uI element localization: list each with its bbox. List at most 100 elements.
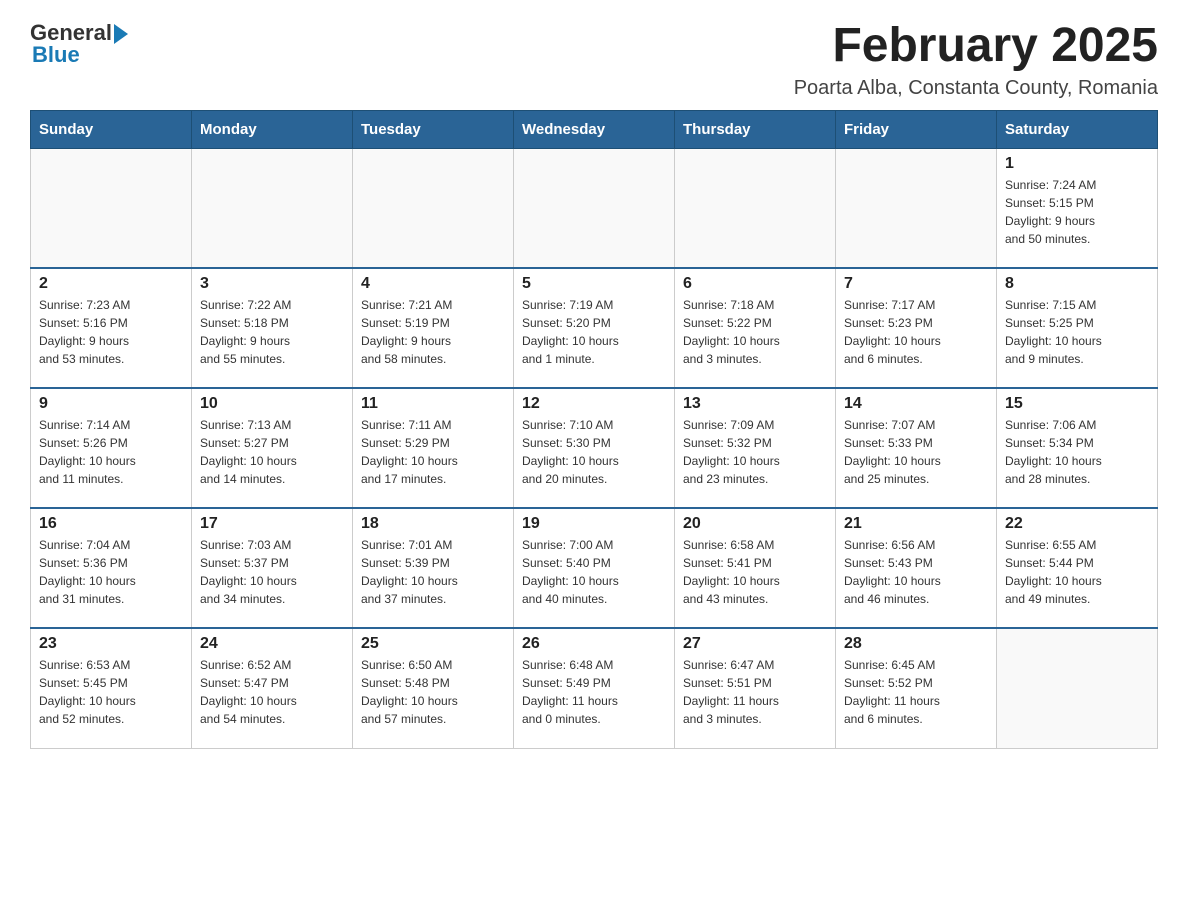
- calendar-subtitle: Poarta Alba, Constanta County, Romania: [794, 77, 1158, 100]
- day-info: Sunrise: 7:14 AM Sunset: 5:26 PM Dayligh…: [39, 416, 183, 488]
- day-number: 18: [361, 515, 505, 533]
- day-number: 26: [522, 635, 666, 653]
- page-header: General Blue February 2025 Poarta Alba, …: [30, 20, 1158, 100]
- calendar-cell: 19 Sunrise: 7:00 AM Sunset: 5:40 PM Dayli…: [514, 508, 675, 628]
- day-info: Sunrise: 7:22 AM Sunset: 5:18 PM Dayligh…: [200, 296, 344, 368]
- calendar-cell: 8 Sunrise: 7:15 AM Sunset: 5:25 PM Daylig…: [997, 268, 1158, 388]
- day-info: Sunrise: 7:06 AM Sunset: 5:34 PM Dayligh…: [1005, 416, 1149, 488]
- calendar-cell: 12 Sunrise: 7:10 AM Sunset: 5:30 PM Dayli…: [514, 388, 675, 508]
- calendar-cell: 9 Sunrise: 7:14 AM Sunset: 5:26 PM Daylig…: [31, 388, 192, 508]
- day-number: 4: [361, 275, 505, 293]
- calendar-cell: 13 Sunrise: 7:09 AM Sunset: 5:32 PM Dayli…: [675, 388, 836, 508]
- day-info: Sunrise: 7:21 AM Sunset: 5:19 PM Dayligh…: [361, 296, 505, 368]
- day-number: 6: [683, 275, 827, 293]
- day-number: 15: [1005, 395, 1149, 413]
- day-info: Sunrise: 7:23 AM Sunset: 5:16 PM Dayligh…: [39, 296, 183, 368]
- header-day-friday: Friday: [836, 110, 997, 148]
- day-number: 13: [683, 395, 827, 413]
- day-info: Sunrise: 7:00 AM Sunset: 5:40 PM Dayligh…: [522, 536, 666, 608]
- day-info: Sunrise: 6:55 AM Sunset: 5:44 PM Dayligh…: [1005, 536, 1149, 608]
- day-info: Sunrise: 6:58 AM Sunset: 5:41 PM Dayligh…: [683, 536, 827, 608]
- header-day-sunday: Sunday: [31, 110, 192, 148]
- day-info: Sunrise: 6:56 AM Sunset: 5:43 PM Dayligh…: [844, 536, 988, 608]
- day-number: 21: [844, 515, 988, 533]
- day-number: 27: [683, 635, 827, 653]
- calendar-cell: 18 Sunrise: 7:01 AM Sunset: 5:39 PM Dayli…: [353, 508, 514, 628]
- logo-arrow-icon: [114, 24, 128, 44]
- header-day-saturday: Saturday: [997, 110, 1158, 148]
- calendar-cell: 26 Sunrise: 6:48 AM Sunset: 5:49 PM Dayli…: [514, 628, 675, 748]
- header-day-thursday: Thursday: [675, 110, 836, 148]
- day-number: 8: [1005, 275, 1149, 293]
- logo: General Blue: [30, 20, 128, 68]
- calendar-cell: 21 Sunrise: 6:56 AM Sunset: 5:43 PM Dayli…: [836, 508, 997, 628]
- calendar-cell: 7Sunrise: 7:17 AM Sunset: 5:23 PM Daylig…: [836, 268, 997, 388]
- header-day-wednesday: Wednesday: [514, 110, 675, 148]
- day-info: Sunrise: 7:11 AM Sunset: 5:29 PM Dayligh…: [361, 416, 505, 488]
- day-number: 22: [1005, 515, 1149, 533]
- day-info: Sunrise: 7:10 AM Sunset: 5:30 PM Dayligh…: [522, 416, 666, 488]
- header-day-tuesday: Tuesday: [353, 110, 514, 148]
- calendar-cell: 5 Sunrise: 7:19 AM Sunset: 5:20 PM Daylig…: [514, 268, 675, 388]
- calendar-cell: 3 Sunrise: 7:22 AM Sunset: 5:18 PM Daylig…: [192, 268, 353, 388]
- calendar-week-row: 9 Sunrise: 7:14 AM Sunset: 5:26 PM Daylig…: [31, 388, 1158, 508]
- calendar-cell: 4 Sunrise: 7:21 AM Sunset: 5:19 PM Daylig…: [353, 268, 514, 388]
- day-number: 25: [361, 635, 505, 653]
- calendar-week-row: 16 Sunrise: 7:04 AM Sunset: 5:36 PM Dayli…: [31, 508, 1158, 628]
- day-number: 24: [200, 635, 344, 653]
- calendar-cell: [675, 148, 836, 268]
- calendar-cell: 17Sunrise: 7:03 AM Sunset: 5:37 PM Dayli…: [192, 508, 353, 628]
- day-number: 16: [39, 515, 183, 533]
- calendar-cell: 22 Sunrise: 6:55 AM Sunset: 5:44 PM Dayli…: [997, 508, 1158, 628]
- calendar-cell: 20 Sunrise: 6:58 AM Sunset: 5:41 PM Dayli…: [675, 508, 836, 628]
- calendar-cell: 23Sunrise: 6:53 AM Sunset: 5:45 PM Dayli…: [31, 628, 192, 748]
- calendar-cell: 15 Sunrise: 7:06 AM Sunset: 5:34 PM Dayli…: [997, 388, 1158, 508]
- day-number: 17: [200, 515, 344, 533]
- day-number: 11: [361, 395, 505, 413]
- day-info: Sunrise: 7:04 AM Sunset: 5:36 PM Dayligh…: [39, 536, 183, 608]
- calendar-cell: 1 Sunrise: 7:24 AM Sunset: 5:15 PM Daylig…: [997, 148, 1158, 268]
- day-info: Sunrise: 7:18 AM Sunset: 5:22 PM Dayligh…: [683, 296, 827, 368]
- calendar-cell: 24 Sunrise: 6:52 AM Sunset: 5:47 PM Dayli…: [192, 628, 353, 748]
- day-number: 10: [200, 395, 344, 413]
- calendar-header-row: SundayMondayTuesdayWednesdayThursdayFrid…: [31, 110, 1158, 148]
- calendar-cell: 6 Sunrise: 7:18 AM Sunset: 5:22 PM Daylig…: [675, 268, 836, 388]
- day-number: 5: [522, 275, 666, 293]
- calendar-cell: [836, 148, 997, 268]
- day-info: Sunrise: 7:19 AM Sunset: 5:20 PM Dayligh…: [522, 296, 666, 368]
- day-info: Sunrise: 7:07 AM Sunset: 5:33 PM Dayligh…: [844, 416, 988, 488]
- day-info: Sunrise: 6:50 AM Sunset: 5:48 PM Dayligh…: [361, 656, 505, 728]
- day-info: Sunrise: 6:48 AM Sunset: 5:49 PM Dayligh…: [522, 656, 666, 728]
- day-info: Sunrise: 6:47 AM Sunset: 5:51 PM Dayligh…: [683, 656, 827, 728]
- calendar-cell: 28 Sunrise: 6:45 AM Sunset: 5:52 PM Dayli…: [836, 628, 997, 748]
- calendar-cell: 25 Sunrise: 6:50 AM Sunset: 5:48 PM Dayli…: [353, 628, 514, 748]
- day-number: 20: [683, 515, 827, 533]
- logo-blue-text: Blue: [32, 42, 80, 68]
- day-info: Sunrise: 6:52 AM Sunset: 5:47 PM Dayligh…: [200, 656, 344, 728]
- calendar-cell: [31, 148, 192, 268]
- day-info: Sunrise: 6:45 AM Sunset: 5:52 PM Dayligh…: [844, 656, 988, 728]
- day-info: Sunrise: 7:09 AM Sunset: 5:32 PM Dayligh…: [683, 416, 827, 488]
- calendar-cell: 16 Sunrise: 7:04 AM Sunset: 5:36 PM Dayli…: [31, 508, 192, 628]
- day-number: 7: [844, 275, 988, 293]
- day-info: Sunrise: 7:15 AM Sunset: 5:25 PM Dayligh…: [1005, 296, 1149, 368]
- day-number: 14: [844, 395, 988, 413]
- day-number: 1: [1005, 155, 1149, 173]
- calendar-title: February 2025: [794, 20, 1158, 73]
- calendar-cell: 27 Sunrise: 6:47 AM Sunset: 5:51 PM Dayli…: [675, 628, 836, 748]
- calendar-cell: [192, 148, 353, 268]
- calendar-week-row: 1 Sunrise: 7:24 AM Sunset: 5:15 PM Daylig…: [31, 148, 1158, 268]
- day-number: 12: [522, 395, 666, 413]
- day-number: 3: [200, 275, 344, 293]
- calendar-cell: [353, 148, 514, 268]
- day-info: Sunrise: 7:01 AM Sunset: 5:39 PM Dayligh…: [361, 536, 505, 608]
- calendar-week-row: 2Sunrise: 7:23 AM Sunset: 5:16 PM Daylig…: [31, 268, 1158, 388]
- day-number: 19: [522, 515, 666, 533]
- calendar-cell: 2Sunrise: 7:23 AM Sunset: 5:16 PM Daylig…: [31, 268, 192, 388]
- day-info: Sunrise: 7:24 AM Sunset: 5:15 PM Dayligh…: [1005, 176, 1149, 248]
- day-number: 9: [39, 395, 183, 413]
- day-number: 23: [39, 635, 183, 653]
- title-block: February 2025 Poarta Alba, Constanta Cou…: [794, 20, 1158, 100]
- calendar-cell: 10Sunrise: 7:13 AM Sunset: 5:27 PM Dayli…: [192, 388, 353, 508]
- day-number: 28: [844, 635, 988, 653]
